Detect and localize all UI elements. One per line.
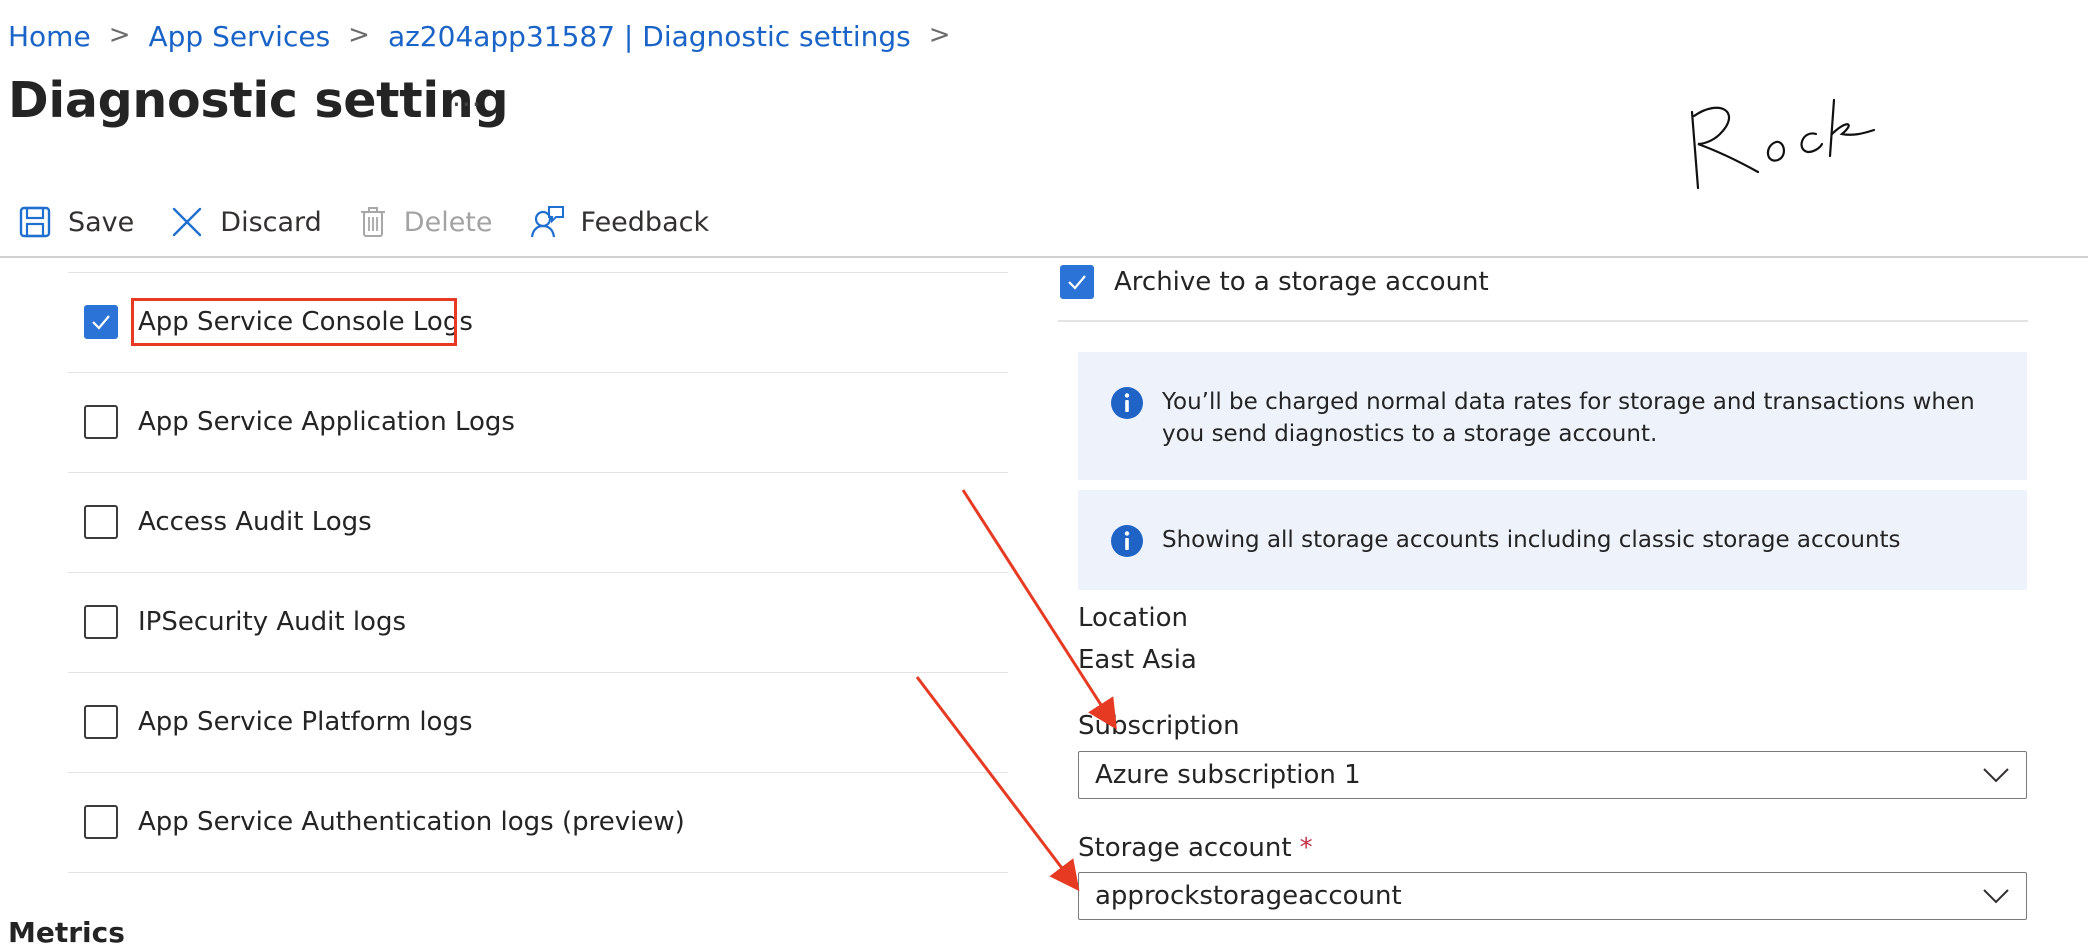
row-divider [68,472,1008,473]
delete-label: Delete [403,206,493,238]
console-logs-checkbox[interactable] [84,305,118,339]
location-label: Location [1078,603,1188,633]
section-divider [1058,320,2028,322]
classic-accounts-info-text: Showing all storage accounts including c… [1162,527,1901,553]
feedback-button[interactable]: Feedback [529,205,710,239]
discard-button[interactable]: Discard [170,205,322,239]
breadcrumb-diagnostic-settings[interactable]: az204app31587 | Diagnostic settings [388,20,911,53]
row-divider [68,672,1008,673]
discard-label: Discard [220,206,322,238]
application-logs-label: App Service Application Logs [138,407,515,437]
feedback-label: Feedback [580,206,710,238]
subscription-dropdown[interactable]: Azure subscription 1 [1078,751,2027,799]
storage-charges-info-banner: You’ll be charged normal data rates for … [1078,352,2027,480]
breadcrumb-separator: > [928,20,951,50]
save-icon [19,206,51,238]
highlight-annotation-box [131,298,457,346]
log-category-row: Access Audit Logs [84,502,372,542]
breadcrumb-app-services[interactable]: App Services [148,20,330,53]
breadcrumb: Home > App Services > az204app31587 | Di… [8,18,969,54]
command-bar: Save Discard Delete Feedback [18,198,745,246]
save-label: Save [68,206,135,238]
required-asterisk: * [1299,833,1313,863]
storage-account-label-text: Storage account [1078,833,1292,863]
annotation-arrow-to-storage-account [915,676,1080,892]
archive-storage-checkbox[interactable] [1060,265,1094,299]
row-divider [68,572,1008,573]
ipsecurity-audit-logs-checkbox[interactable] [84,605,118,639]
toolbar-divider [0,256,2088,258]
archive-option-row: Archive to a storage account [1060,262,1489,302]
checkmark-icon [92,315,110,330]
row-divider [68,372,1008,373]
archive-storage-label: Archive to a storage account [1114,267,1489,297]
feedback-icon [530,206,564,238]
storage-account-selected-value: approckstorageaccount [1095,881,1402,911]
log-category-row: App Service Application Logs [84,402,515,442]
breadcrumb-home[interactable]: Home [8,20,91,53]
chevron-down-icon [1983,768,2009,783]
ipsecurity-audit-logs-label: IPSecurity Audit logs [138,607,407,637]
save-button[interactable]: Save [18,205,134,239]
breadcrumb-separator: > [108,20,131,50]
classic-accounts-info-banner: Showing all storage accounts including c… [1078,490,2027,590]
platform-logs-checkbox[interactable] [84,705,118,739]
close-icon [173,207,202,237]
log-category-row: IPSecurity Audit logs [84,602,406,642]
checkmark-icon [1068,275,1086,290]
storage-account-dropdown[interactable]: approckstorageaccount [1078,872,2027,920]
access-audit-logs-label: Access Audit Logs [138,507,372,537]
info-icon [1111,387,1143,419]
row-divider [68,772,1008,773]
access-audit-logs-checkbox[interactable] [84,505,118,539]
chevron-down-icon [1983,889,2009,904]
row-divider [68,272,1008,273]
trash-icon [360,207,385,237]
more-options-icon[interactable]: ··· [452,88,482,121]
info-icon [1111,525,1143,557]
page-title: Diagnostic setting [8,72,509,129]
metrics-section-title: Metrics [8,916,125,949]
log-category-row: App Service Authentication logs (preview… [84,802,685,842]
breadcrumb-separator: > [348,20,370,50]
storage-account-label: Storage account * [1078,833,1313,863]
delete-button[interactable]: Delete [358,205,493,239]
row-divider [68,872,1008,873]
location-value: East Asia [1078,645,1197,675]
subscription-selected-value: Azure subscription 1 [1095,760,1361,790]
handwritten-signature [1690,98,1876,190]
storage-charges-info-text: You’ll be charged normal data rates for … [1162,389,1975,447]
authentication-logs-checkbox[interactable] [84,805,118,839]
platform-logs-label: App Service Platform logs [138,707,473,737]
subscription-label: Subscription [1078,711,1240,741]
application-logs-checkbox[interactable] [84,405,118,439]
log-category-row: App Service Platform logs [84,702,473,742]
authentication-logs-label: App Service Authentication logs (preview… [138,807,685,837]
